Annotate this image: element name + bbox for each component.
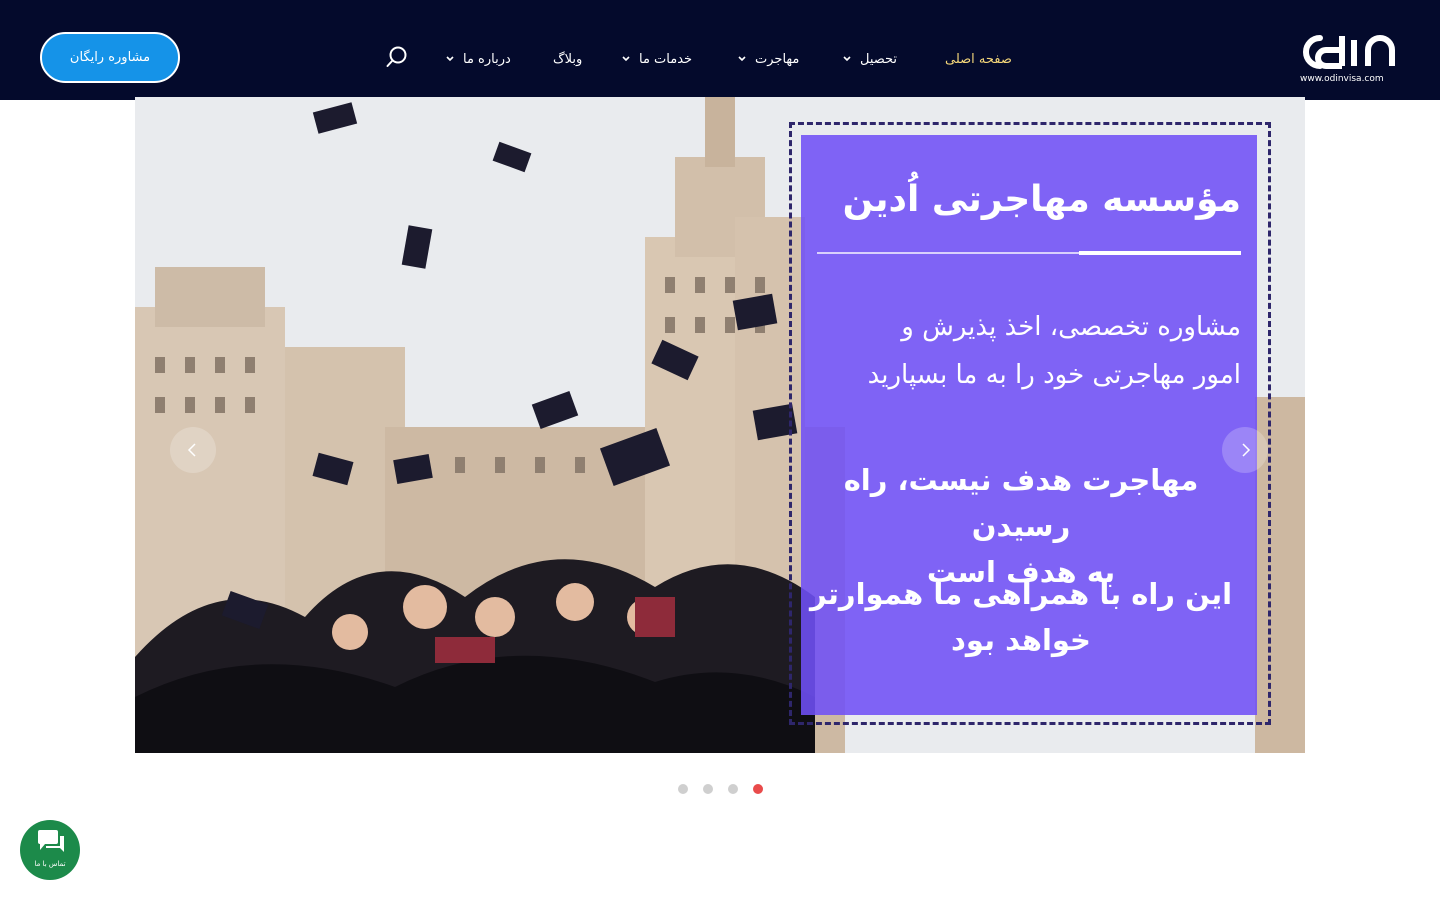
slide-subtitle-line2: امور مهاجرتی خود را به ما بسپارید [867, 360, 1241, 390]
nav-label-immigration: مهاجرت [755, 51, 800, 67]
slider-next-button[interactable] [1222, 427, 1268, 473]
slider-prev-button[interactable] [170, 427, 216, 473]
slide-slogan-line1: مهاجرت هدف نیست، راه رسیدن [843, 463, 1199, 543]
nav-item-services[interactable]: خدمات ما [621, 48, 692, 70]
contact-us-chat-button[interactable]: تماس با ما [20, 820, 80, 880]
chevron-left-icon [187, 443, 196, 457]
nav-item-about[interactable]: درباره ما [445, 48, 511, 70]
free-consultation-button[interactable]: مشاوره رایگان [40, 32, 180, 83]
slide-subtitle: مشاوره تخصصی، اخذ پذیرش و امور مهاجرتی خ… [801, 303, 1241, 399]
slide-closing-line2: خواهد بود [951, 623, 1091, 657]
slide-dot-1[interactable] [753, 784, 763, 794]
nav-label-blog: وبلاگ [553, 51, 583, 67]
nav-item-education[interactable]: تحصیل [842, 48, 897, 70]
slide-closing-line1: این راه با همراهی ما هموارتر [809, 577, 1233, 611]
slide-dot-2[interactable] [728, 784, 738, 794]
slider-pagination [678, 784, 763, 794]
nav-label-services: خدمات ما [639, 51, 693, 67]
slide-dot-4[interactable] [678, 784, 688, 794]
chevron-right-icon [1242, 443, 1251, 457]
nav-label-about: درباره ما [463, 51, 511, 67]
slide-closing: این راه با همراهی ما هموارتر خواهد بود [801, 571, 1241, 663]
slide-subtitle-line1: مشاوره تخصصی، اخذ پذیرش و [901, 312, 1241, 342]
search-icon[interactable] [386, 46, 408, 68]
nav-label-home: صفحه اصلی [945, 51, 1012, 67]
chevron-down-icon [622, 56, 630, 62]
chat-label: تماس با ما [34, 860, 66, 868]
hero-slider[interactable]: مؤسسه مهاجرتی اُدین مشاوره تخصصی، اخذ پذ… [135, 97, 1305, 753]
title-divider-accent [1079, 251, 1241, 255]
nav-label-education: تحصیل [860, 51, 898, 67]
chat-icon [38, 830, 64, 852]
chevron-down-icon [738, 56, 746, 62]
slide-title: مؤسسه مهاجرتی اُدین [842, 179, 1241, 220]
chevron-down-icon [446, 56, 454, 62]
nav-item-home[interactable]: صفحه اصلی [945, 48, 1012, 70]
nav-item-blog[interactable]: وبلاگ [553, 48, 582, 70]
site-header: مشاوره رایگان درباره ما وبلاگ خدمات ما م… [0, 0, 1440, 100]
chevron-down-icon [843, 56, 851, 62]
logo-url-text: www.odinvisa.com [1300, 74, 1384, 84]
nav-item-immigration[interactable]: مهاجرت [737, 48, 799, 70]
slide-dot-3[interactable] [703, 784, 713, 794]
